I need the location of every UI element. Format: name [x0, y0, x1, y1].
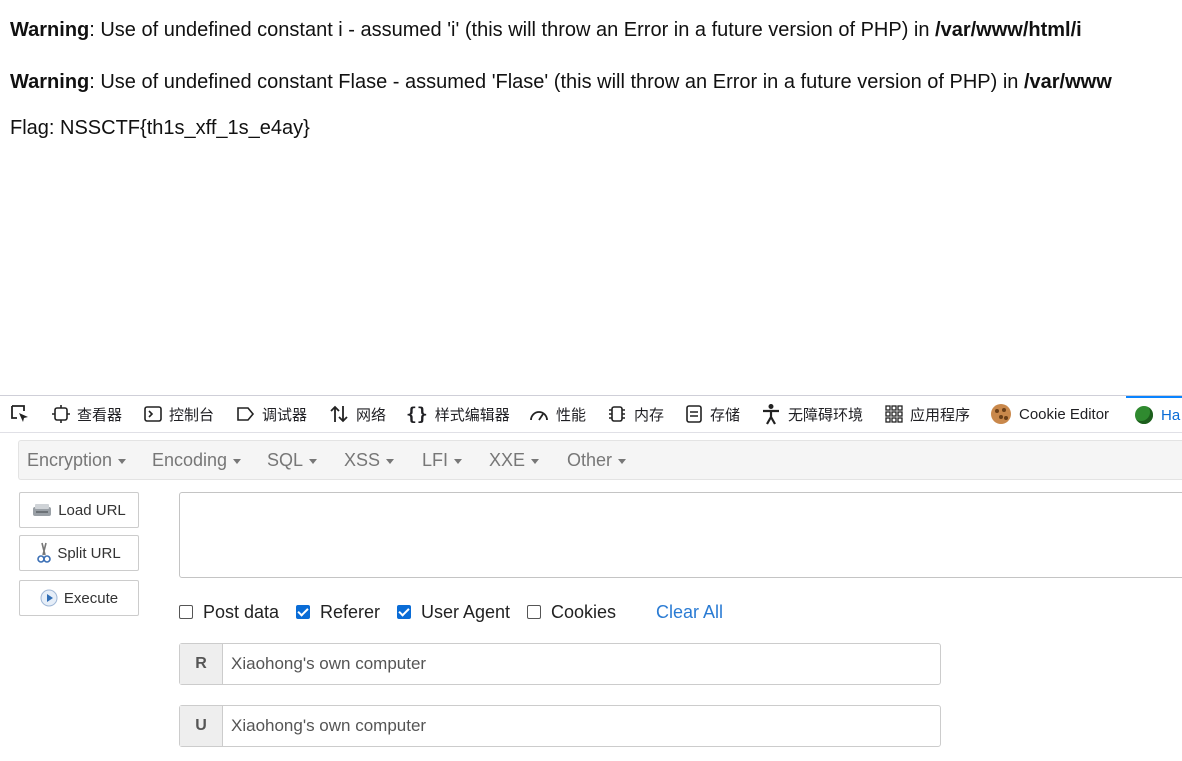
- load-url-icon: [32, 502, 52, 518]
- menu-sql[interactable]: SQL: [267, 441, 318, 479]
- referer-input[interactable]: Xiaohong's own computer: [231, 644, 426, 684]
- menu-xxe[interactable]: XXE: [489, 441, 540, 479]
- clear-all-link[interactable]: Clear All: [656, 599, 723, 625]
- tab-label: 内存: [634, 406, 665, 424]
- application-icon: [885, 405, 903, 423]
- tab-network[interactable]: 网络: [329, 396, 386, 432]
- caret-down-icon: [454, 458, 463, 464]
- hackbar-menu-bar: Encryption Encoding SQL XSS LFI XXE Othe…: [18, 440, 1182, 480]
- menu-xss[interactable]: XSS: [344, 441, 395, 479]
- php-warning-2: Warning: Use of undefined constant Flase…: [10, 69, 1112, 95]
- caret-down-icon: [118, 458, 127, 464]
- warning-label: Warning: [10, 71, 90, 93]
- referer-option[interactable]: Referer: [296, 599, 380, 625]
- caret-down-icon: [618, 458, 627, 464]
- warning-message: : Use of undefined constant Flase - assu…: [89, 71, 1024, 93]
- element-picker-button[interactable]: [9, 396, 38, 432]
- debugger-icon: [237, 407, 255, 421]
- tab-inspector[interactable]: 查看器: [52, 396, 122, 432]
- flag-text: Flag: NSSCTF{th1s_xff_1s_e4ay}: [10, 117, 310, 139]
- post-data-option[interactable]: Post data: [179, 599, 279, 625]
- tab-label: Cookie Editor: [1019, 405, 1110, 423]
- menu-encoding[interactable]: Encoding: [152, 441, 242, 479]
- button-label: Split URL: [57, 544, 121, 562]
- url-textarea[interactable]: [179, 492, 1182, 578]
- menu-lfi[interactable]: LFI: [422, 441, 463, 479]
- tab-debugger[interactable]: 调试器: [236, 396, 307, 432]
- load-url-button[interactable]: Load URL: [19, 492, 139, 528]
- user-agent-tag: U: [180, 706, 223, 746]
- cookie-icon: [991, 404, 1011, 424]
- php-warning-1: Warning: Use of undefined constant i - a…: [10, 17, 1082, 43]
- user-agent-input[interactable]: Xiaohong's own computer: [231, 706, 426, 746]
- split-url-button[interactable]: Split URL: [19, 535, 139, 571]
- memory-icon: [609, 406, 625, 422]
- execute-button[interactable]: Execute: [19, 580, 139, 616]
- warning-message: : Use of undefined constant i - assumed …: [89, 19, 936, 41]
- cookies-checkbox[interactable]: [527, 605, 541, 619]
- referer-tag: R: [180, 644, 223, 684]
- devtools-panel: 查看器 控制台 调试器 网络 {} 样式编辑器 性能 内存 存储 无障碍环境 应…: [0, 395, 1182, 761]
- button-label: Load URL: [58, 501, 126, 519]
- devtools-toolbar: 查看器 控制台 调试器 网络 {} 样式编辑器 性能 内存 存储 无障碍环境 应…: [0, 396, 1182, 433]
- inspector-icon: [52, 405, 70, 423]
- tab-cookie-editor[interactable]: Cookie Editor: [991, 396, 1109, 432]
- tab-memory[interactable]: 内存: [607, 396, 664, 432]
- post-data-checkbox[interactable]: [179, 605, 193, 619]
- tab-label: 性能: [556, 406, 587, 424]
- tab-label: 样式编辑器: [434, 406, 510, 424]
- tab-console[interactable]: 控制台: [144, 396, 214, 432]
- user-agent-field[interactable]: U Xiaohong's own computer: [179, 705, 941, 747]
- tab-label: 查看器: [77, 406, 123, 424]
- tab-performance[interactable]: 性能: [529, 396, 586, 432]
- storage-icon: [686, 405, 702, 423]
- caret-down-icon: [386, 458, 395, 464]
- play-icon: [40, 589, 58, 607]
- style-editor-icon: {}: [406, 403, 428, 425]
- tab-label: 应用程序: [910, 406, 971, 424]
- menu-other[interactable]: Other: [567, 441, 627, 479]
- performance-icon: [530, 411, 548, 421]
- tab-label: 无障碍环境: [788, 406, 864, 424]
- tab-label: 网络: [356, 406, 387, 424]
- referer-checkbox[interactable]: [296, 605, 310, 619]
- tab-accessibility[interactable]: 无障碍环境: [761, 396, 863, 432]
- hackbar-icon: [1135, 406, 1153, 424]
- caret-down-icon: [531, 458, 540, 464]
- accessibility-icon: [763, 404, 779, 425]
- user-agent-option[interactable]: User Agent: [397, 599, 510, 625]
- network-icon: [330, 405, 348, 423]
- warning-path: /var/www/html/i: [935, 19, 1082, 41]
- warning-label: Warning: [10, 19, 90, 41]
- warning-path: /var/www: [1023, 71, 1112, 93]
- menu-encryption[interactable]: Encryption: [27, 441, 127, 479]
- tab-label: Ha: [1161, 406, 1181, 424]
- caret-down-icon: [309, 458, 318, 464]
- tab-hackbar[interactable]: Ha: [1126, 396, 1182, 432]
- scissors-icon: [37, 542, 52, 564]
- tab-label: 控制台: [169, 406, 215, 424]
- cookies-option[interactable]: Cookies: [527, 599, 616, 625]
- tab-label: 存储: [710, 406, 741, 424]
- tab-storage[interactable]: 存储: [685, 396, 740, 432]
- tab-application[interactable]: 应用程序: [885, 396, 970, 432]
- page-content: Warning: Use of undefined constant i - a…: [0, 0, 1182, 395]
- tab-style-editor[interactable]: {} 样式编辑器: [406, 396, 510, 432]
- referer-field[interactable]: R Xiaohong's own computer: [179, 643, 941, 685]
- user-agent-checkbox[interactable]: [397, 605, 411, 619]
- caret-down-icon: [233, 458, 242, 464]
- console-icon: [144, 406, 162, 422]
- element-picker-icon: [11, 405, 28, 422]
- tab-label: 调试器: [262, 406, 308, 424]
- button-label: Execute: [63, 589, 119, 607]
